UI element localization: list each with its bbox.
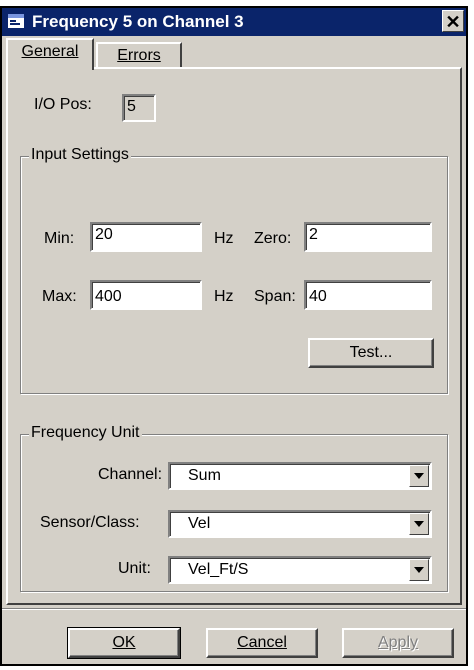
tab-general[interactable]: General [6, 38, 94, 70]
tab-errors[interactable]: Errors [96, 42, 182, 68]
zero-label: Zero: [254, 230, 292, 247]
io-pos-label: I/O Pos: [34, 96, 92, 113]
cancel-button[interactable]: Cancel [206, 628, 318, 658]
title-bar[interactable]: Frequency 5 on Channel 3 ✕ [2, 8, 466, 36]
max-label: Max: [42, 288, 77, 305]
close-icon: ✕ [445, 12, 461, 32]
max-input[interactable]: 400 [90, 280, 202, 310]
unit-label: Unit: [118, 560, 151, 577]
sensor-class-select-value: Vel [188, 515, 211, 532]
cancel-button-label: Cancel [237, 634, 287, 651]
tab-errors-label: Errors [117, 47, 161, 64]
io-pos-value: 5 [122, 94, 156, 122]
span-label: Span: [254, 288, 296, 305]
tab-general-label: General [21, 43, 79, 60]
test-button-label: Test... [349, 344, 393, 361]
channel-select-value: Sum [188, 467, 221, 484]
unit-dropdown-button[interactable] [409, 559, 429, 581]
sensor-class-dropdown-button[interactable] [409, 513, 429, 535]
unit-select[interactable]: Vel_Ft/S [168, 556, 432, 584]
apply-button: Apply [342, 628, 454, 658]
footer-divider [2, 608, 466, 610]
max-unit-label: Hz [214, 288, 234, 305]
zero-input[interactable]: 2 [304, 222, 432, 252]
min-unit-label: Hz [214, 230, 234, 247]
chevron-down-icon [414, 521, 424, 527]
window-title: Frequency 5 on Channel 3 [32, 12, 244, 31]
channel-select[interactable]: Sum [168, 462, 432, 490]
min-input[interactable]: 20 [90, 222, 202, 252]
chevron-down-icon [414, 567, 424, 573]
test-button[interactable]: Test... [308, 338, 434, 368]
unit-select-value: Vel_Ft/S [188, 561, 249, 578]
min-label: Min: [44, 230, 75, 247]
channel-dropdown-button[interactable] [409, 465, 429, 487]
frequency-unit-title: Frequency Unit [29, 424, 142, 442]
sensor-class-select[interactable]: Vel [168, 510, 432, 538]
ok-button[interactable]: OK [67, 627, 181, 659]
sensor-class-label: Sensor/Class: [40, 514, 140, 531]
span-input[interactable]: 40 [304, 280, 432, 310]
channel-label: Channel: [98, 466, 163, 483]
chevron-down-icon [414, 473, 424, 479]
app-window-icon [8, 14, 24, 28]
close-button[interactable]: ✕ [442, 10, 464, 32]
ok-button-label: OK [112, 634, 136, 651]
input-settings-title: Input Settings [29, 146, 131, 164]
dialog-window: Frequency 5 on Channel 3 ✕ General Error… [0, 6, 468, 666]
apply-button-label: Apply [377, 634, 419, 651]
